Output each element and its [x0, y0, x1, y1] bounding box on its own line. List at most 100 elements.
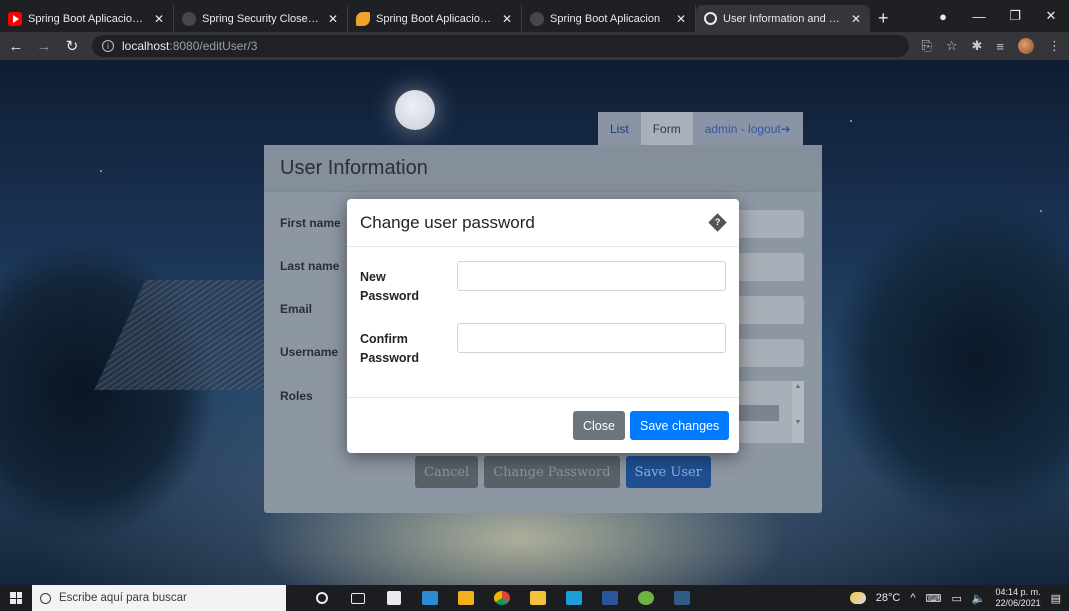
bookmark-star-icon[interactable]: ☆ — [946, 38, 958, 54]
taskbar-search-box[interactable]: Escribe aquí para buscar — [32, 585, 286, 611]
nav-form-link[interactable]: Form — [640, 112, 693, 145]
change-password-modal: Change user password ? New Password Conf… — [347, 199, 739, 453]
browser-tab-0[interactable]: Spring Boot Aplicacion Comp ✕ — [0, 5, 174, 32]
extension-icons: ⎘ ☆ ✱ ≡ ⋮ — [921, 38, 1061, 54]
mail-icon[interactable] — [412, 585, 448, 611]
vscode-icon[interactable] — [664, 585, 700, 611]
store-icon[interactable] — [376, 585, 412, 611]
new-tab-button[interactable]: + — [878, 5, 889, 32]
url-field[interactable]: i localhost:8080/editUser/3 — [92, 35, 910, 57]
modal-close-button[interactable]: Close — [573, 411, 625, 440]
taskbar-search-placeholder: Escribe aquí para buscar — [59, 592, 187, 604]
notifications-icon[interactable]: ▤ — [1051, 592, 1061, 605]
page-viewport: List Form admin - logout ➜ User Informat… — [0, 60, 1069, 585]
minimize-icon[interactable]: — — [961, 9, 997, 24]
username-label: Username — [280, 345, 339, 359]
new-password-input[interactable] — [457, 261, 726, 291]
nav-list-link[interactable]: List — [598, 112, 641, 145]
logout-label: admin - logout — [704, 121, 781, 136]
change-password-button[interactable]: Change Password — [484, 456, 620, 488]
logout-icon: ➜ — [780, 121, 791, 136]
windows-logo-icon — [10, 592, 22, 604]
username-input[interactable] — [734, 339, 804, 367]
save-user-button[interactable]: Save User — [625, 456, 711, 488]
close-icon[interactable]: ✕ — [850, 12, 862, 26]
email-input[interactable] — [734, 296, 804, 324]
back-arrow-icon[interactable]: ← — [8, 38, 24, 55]
globe-icon — [704, 12, 717, 25]
tab-label: Spring Security Close #9 · cru — [202, 12, 321, 25]
cancel-button[interactable]: Cancel — [415, 456, 479, 488]
network-icon[interactable]: ▭ — [951, 592, 961, 605]
close-icon[interactable]: ✕ — [501, 12, 513, 26]
email-label: Email — [280, 302, 313, 316]
browser-tab-1[interactable]: Spring Security Close #9 · cru ✕ — [174, 5, 348, 32]
save-changes-button[interactable]: Save changes — [630, 411, 730, 440]
roles-label: Roles — [280, 389, 313, 403]
chrome-icon[interactable] — [484, 585, 520, 611]
user-avatar-icon[interactable] — [1018, 38, 1034, 54]
modal-footer: Close Save changes — [347, 397, 739, 453]
task-view-icon[interactable] — [340, 585, 376, 611]
app-l-icon[interactable] — [556, 585, 592, 611]
reload-icon[interactable]: ↻ — [64, 37, 80, 55]
browser-tab-2[interactable]: Spring Boot Aplicacion Web I ✕ — [348, 5, 522, 32]
translate-icon[interactable]: ⎘ — [921, 38, 931, 54]
new-password-label: New Password — [360, 270, 420, 303]
clock[interactable]: 04:14 p. m. 22/06/2021 — [996, 587, 1041, 609]
roles-scrollbar[interactable]: ▲ ▼ — [792, 381, 804, 443]
close-icon[interactable]: ✕ — [327, 12, 339, 26]
browser-tab-3[interactable]: Spring Boot Aplicacion ✕ — [522, 5, 696, 32]
confirm-password-label: Confirm Password — [360, 332, 420, 365]
extensions-puzzle-icon[interactable]: ✱ — [972, 38, 983, 54]
menu-dots-icon[interactable]: ⋮ — [1048, 38, 1061, 54]
browser-tab-strip: Spring Boot Aplicacion Comp ✕ Spring Sec… — [0, 0, 1069, 32]
nav-logout-link[interactable]: admin - logout ➜ — [693, 112, 803, 145]
card-button-row: Cancel Change Password Save User — [415, 456, 711, 488]
info-icon[interactable]: i — [102, 40, 114, 52]
address-bar-row: ← → ↻ i localhost:8080/editUser/3 ⎘ ☆ ✱ … — [0, 32, 1069, 60]
background-star — [100, 170, 102, 172]
powerbi-icon[interactable] — [448, 585, 484, 611]
temperature-text: 28°C — [875, 592, 901, 604]
file-explorer-icon[interactable] — [520, 585, 556, 611]
chevron-up-icon[interactable]: ^ — [910, 592, 915, 604]
card-title: User Information — [264, 145, 822, 192]
last-name-label: Last name — [280, 259, 340, 273]
browser-tab-4[interactable]: User Information and Form ✕ — [696, 5, 870, 32]
reading-list-icon[interactable]: ≡ — [996, 39, 1004, 54]
word-icon[interactable] — [592, 585, 628, 611]
clock-time: 04:14 p. m. — [995, 587, 1041, 597]
first-name-label: First name — [280, 216, 341, 230]
restore-icon[interactable]: ❐ — [997, 8, 1033, 24]
language-icon[interactable]: ⌨ — [926, 592, 942, 605]
window-close-icon[interactable]: ✕ — [1033, 8, 1069, 24]
url-host: localhost — [122, 39, 170, 53]
spring-tools-icon[interactable] — [628, 585, 664, 611]
roles-selected-option[interactable] — [734, 405, 779, 421]
confirm-password-input[interactable] — [457, 323, 726, 353]
spring-icon — [356, 11, 370, 26]
modal-header: Change user password ? — [347, 199, 739, 247]
last-name-input[interactable] — [734, 253, 804, 281]
profile-icon[interactable]: ● — [925, 9, 961, 24]
tab-label: Spring Boot Aplicacion — [550, 12, 661, 25]
taskbar-pinned-apps — [304, 585, 700, 611]
search-icon — [40, 592, 51, 604]
youtube-icon — [8, 11, 22, 26]
windows-taskbar: Escribe aquí para buscar 28°C ^ ⌨ ▭ 🔈 04… — [0, 585, 1069, 611]
background-star — [850, 120, 852, 122]
system-tray: 28°C ^ ⌨ ▭ 🔈 04:14 p. m. 22/06/2021 ▤ — [849, 587, 1069, 609]
close-icon[interactable]: ✕ — [153, 12, 165, 26]
url-path: :8080/editUser/3 — [169, 39, 258, 53]
modal-close-icon[interactable]: ? — [707, 213, 727, 232]
weather-icon[interactable] — [849, 592, 866, 604]
cortana-icon[interactable] — [304, 585, 340, 611]
close-icon[interactable]: ✕ — [675, 12, 687, 26]
first-name-input[interactable] — [734, 210, 804, 238]
volume-icon[interactable]: 🔈 — [972, 592, 986, 605]
start-button[interactable] — [0, 585, 32, 611]
github-icon — [182, 11, 196, 26]
roles-select[interactable]: ▲ ▼ — [734, 381, 804, 443]
forward-arrow-icon[interactable]: → — [36, 38, 52, 55]
